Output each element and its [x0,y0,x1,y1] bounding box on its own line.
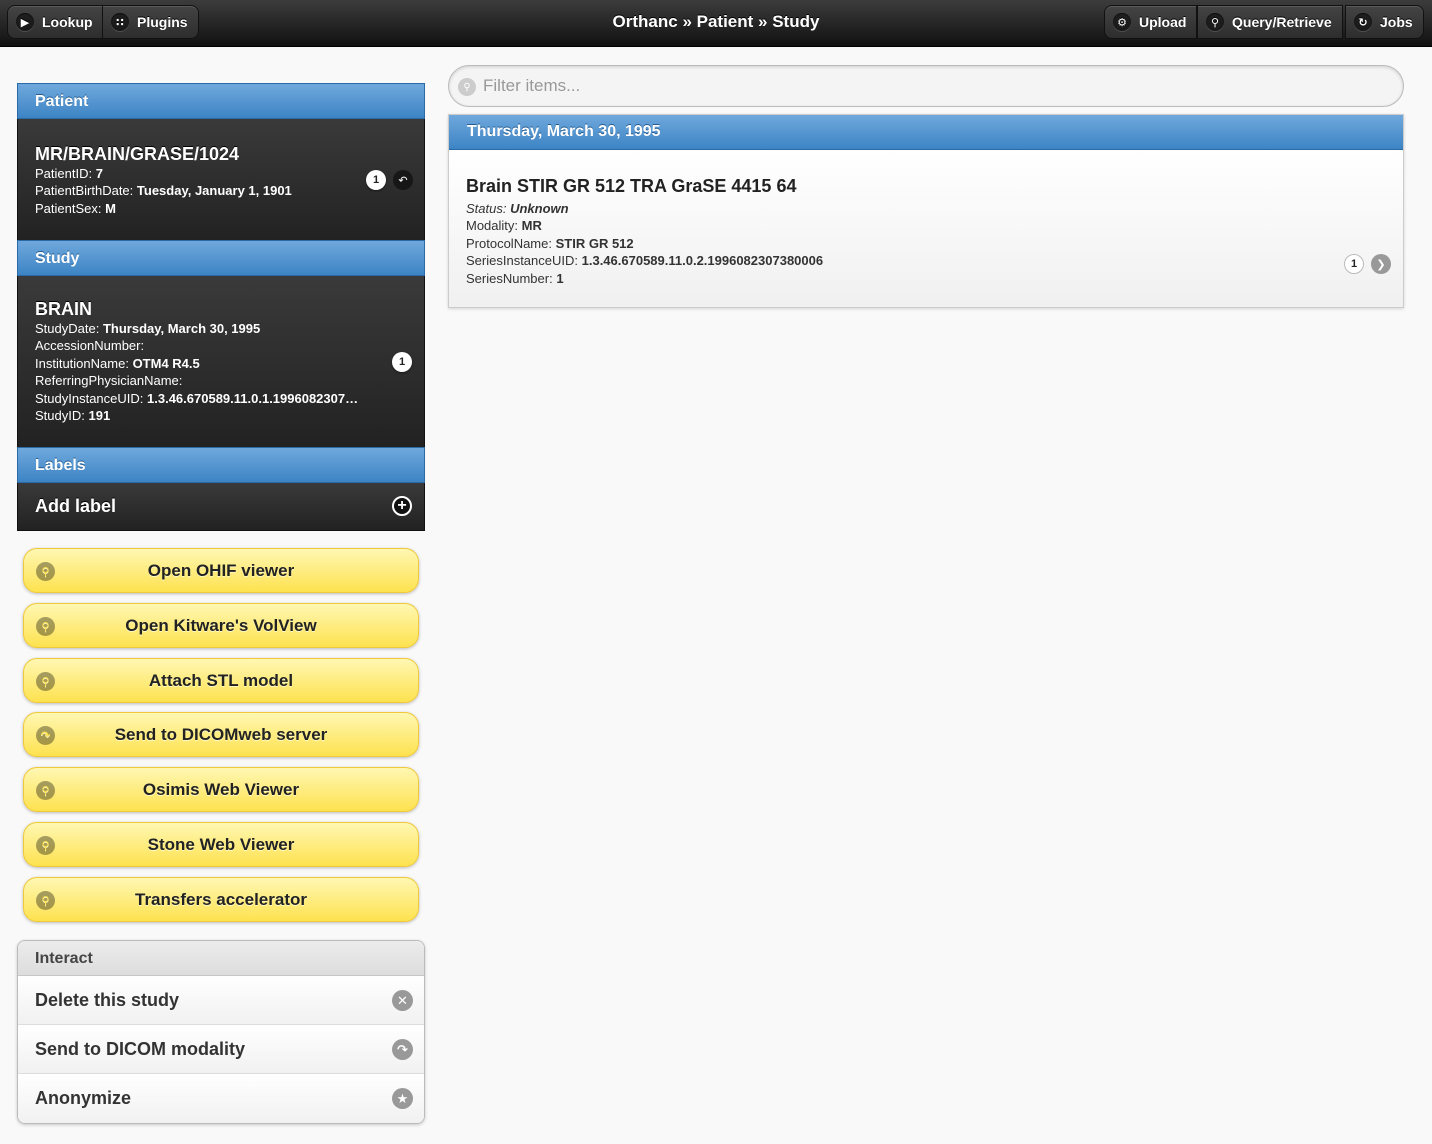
action-label: Transfers accelerator [135,889,307,909]
patient-field: PatientSex: M [35,200,116,216]
search-icon: ⚲ [36,836,55,855]
series-field: SeriesInstanceUID: 1.3.46.670589.11.0.2.… [466,253,824,269]
search-icon: ⚲ [36,891,55,910]
study-field: StudyInstanceUID: 1.3.46.670589.11.0.1.1… [35,390,359,406]
series-field: Modality: MR [466,218,542,234]
search-icon: ⚲ [1206,13,1224,31]
refresh-icon: ↻ [1354,13,1372,31]
date-divider: Thursday, March 30, 1995 [449,115,1403,150]
add-label-button[interactable]: Add label + [17,483,425,531]
action-label: Send to DICOMweb server [114,724,328,744]
attach-stl-model-button[interactable]: ⚲ Attach STL model [23,658,419,703]
patient-divider: Patient [17,83,425,119]
open-volview-button[interactable]: ⚲ Open Kitware's VolView [23,603,419,648]
series-field: SeriesNumber: 1 [466,270,564,286]
top-toolbar: ▶ Lookup ∷ Plugins Orthanc » Patient » S… [0,0,1432,47]
series-status: Status: Unknown [466,201,569,216]
study-count-badge: 1 [392,352,412,372]
forward-icon: ↷ [392,1039,413,1060]
patient-field: PatientBirthDate: Tuesday, January 1, 19… [35,183,292,199]
stone-web-viewer-button[interactable]: ⚲ Stone Web Viewer [23,822,419,867]
series-name: Brain STIR GR 512 TRA GraSE 4415 64 [466,176,797,196]
patient-field: PatientID: 7 [35,166,103,181]
series-count-badge: 1 [1344,254,1364,274]
star-icon: ★ [392,1088,413,1109]
jobs-label: Jobs [1380,14,1413,30]
send-to-dicom-modality-button[interactable]: Send to DICOM modality ↷ [18,1025,424,1074]
chevron-right-icon[interactable]: ❯ [1371,254,1391,274]
interact-header: Interact [18,941,424,976]
interact-label: Anonymize [35,1088,132,1108]
study-field: StudyID: 191 [35,408,111,424]
study-field: AccessionNumber: [35,338,145,354]
send-to-dicomweb-button[interactable]: ↷ Send to DICOMweb server [23,712,419,757]
osimis-web-viewer-button[interactable]: ⚲ Osimis Web Viewer [23,767,419,812]
action-label: Osimis Web Viewer [142,779,300,799]
patient-item[interactable]: MR/BRAIN/GRASE/1024 PatientID: 7 Patient… [17,119,425,240]
patient-name: MR/BRAIN/GRASE/1024 [35,144,240,164]
left-panel: Patient MR/BRAIN/GRASE/1024 PatientID: 7… [17,83,425,531]
back-arrow-icon[interactable]: ↶ [393,170,413,190]
search-icon: ⚲ [36,781,55,800]
search-icon: ⚲ [36,617,55,636]
study-field: InstitutionName: OTM4 R4.5 [35,355,200,371]
series-item[interactable]: Brain STIR GR 512 TRA GraSE 4415 64 Stat… [449,150,1403,307]
study-item: BRAIN StudyDate: Thursday, March 30, 199… [17,276,425,447]
interact-label: Send to DICOM modality [35,1039,246,1059]
search-icon: ⚲ [458,78,476,96]
action-label: Open OHIF viewer [147,560,295,580]
search-icon: ⚲ [36,672,55,691]
jobs-button[interactable]: ↻ Jobs [1345,5,1424,39]
patient-count-badge: 1 [366,170,386,190]
action-label: Open Kitware's VolView [125,615,317,635]
study-name: BRAIN [35,299,92,319]
delete-study-button[interactable]: Delete this study ✕ [18,976,424,1025]
anonymize-button[interactable]: Anonymize ★ [18,1074,424,1123]
query-retrieve-button[interactable]: ⚲ Query/Retrieve [1197,5,1343,39]
query-retrieve-label: Query/Retrieve [1232,14,1332,30]
gear-icon: ⚙ [1113,13,1131,31]
delete-icon: ✕ [392,990,413,1011]
search-icon: ⚲ [36,562,55,581]
study-divider: Study [17,240,425,276]
filter-bar: ⚲ [448,65,1404,107]
action-label: Stone Web Viewer [147,834,295,854]
add-label-text: Add label [35,496,117,516]
labels-divider: Labels [17,447,425,483]
study-field: ReferringPhysicianName: [35,373,183,389]
study-field: StudyDate: Thursday, March 30, 1995 [35,321,261,336]
transfers-accelerator-button[interactable]: ⚲ Transfers accelerator [23,877,419,922]
open-ohif-viewer-button[interactable]: ⚲ Open OHIF viewer [23,548,419,593]
series-list: Thursday, March 30, 1995 Brain STIR GR 5… [448,114,1404,308]
action-label: Attach STL model [148,670,294,690]
plus-icon: + [392,496,412,516]
upload-button[interactable]: ⚙ Upload [1104,5,1198,39]
series-field: ProtocolName: STIR GR 512 [466,235,634,251]
forward-icon: ↷ [36,726,55,745]
upload-label: Upload [1139,14,1187,30]
interact-label: Delete this study [35,990,180,1010]
interact-panel: Interact Delete this study ✕ Send to DIC… [17,940,425,1124]
filter-input[interactable] [483,74,1383,98]
